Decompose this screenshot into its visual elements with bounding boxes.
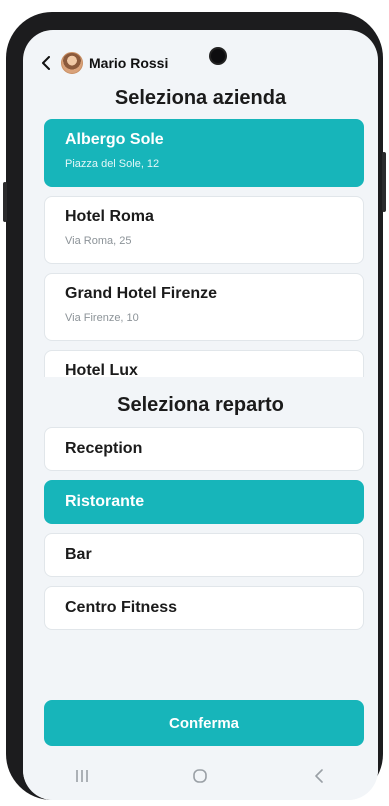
chevron-left-icon[interactable] (41, 55, 55, 71)
screen: Mario Rossi Seleziona azienda Albergo So… (23, 30, 378, 800)
user-name: Mario Rossi (89, 55, 169, 71)
company-card-hotel-roma[interactable]: Hotel Roma Via Roma, 25 (44, 196, 364, 264)
department-list: Reception Ristorante Bar Centro Fitness (44, 427, 364, 639)
department-centro-fitness[interactable]: Centro Fitness (44, 586, 364, 630)
company-name: Hotel Lux (65, 362, 138, 377)
company-section-title: Seleziona azienda (114, 87, 287, 109)
back-icon[interactable] (299, 761, 339, 791)
confirm-button[interactable]: Conferma (44, 700, 364, 746)
top-bar: Mario Rossi (41, 52, 168, 74)
phone-frame: Mario Rossi Seleziona azienda Albergo So… (3, 12, 386, 800)
company-address: Piazza del Sole, 12 (65, 158, 160, 170)
company-card-hotel-lux[interactable]: Hotel Lux (44, 350, 364, 377)
company-card-albergo-sole[interactable]: Albergo Sole Piazza del Sole, 12 (44, 119, 364, 187)
department-bar[interactable]: Bar (44, 533, 364, 577)
company-list[interactable]: Albergo Sole Piazza del Sole, 12 Hotel R… (44, 119, 364, 377)
department-ristorante[interactable]: Ristorante (44, 480, 364, 524)
company-address: Via Firenze, 10 (65, 312, 139, 324)
avatar[interactable] (61, 52, 83, 74)
company-name: Grand Hotel Firenze (65, 285, 218, 302)
company-name: Albergo Sole (65, 131, 164, 148)
company-card-grand-hotel-firenze[interactable]: Grand Hotel Firenze Via Firenze, 10 (44, 273, 364, 341)
home-icon[interactable] (180, 761, 220, 791)
front-camera (211, 49, 225, 63)
department-section-title: Seleziona reparto (117, 394, 284, 416)
company-name: Hotel Roma (65, 208, 154, 225)
department-reception[interactable]: Reception (44, 427, 364, 471)
side-button (3, 182, 7, 222)
company-address: Via Roma, 25 (65, 235, 132, 247)
volume-button (382, 152, 386, 212)
recent-apps-icon[interactable] (62, 761, 102, 791)
system-navigation-bar (23, 752, 378, 800)
